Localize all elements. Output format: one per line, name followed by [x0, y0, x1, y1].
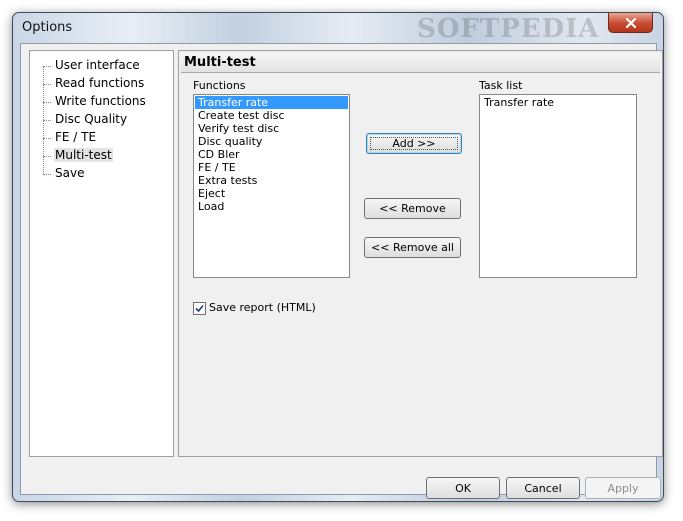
cancel-button-label: Cancel — [524, 481, 562, 495]
close-button[interactable] — [608, 13, 653, 33]
ok-button-label: OK — [455, 481, 471, 495]
remove-all-button[interactable]: << Remove all — [364, 237, 461, 258]
tree-branch — [43, 156, 51, 157]
checkmark-icon — [195, 304, 204, 313]
tree-item-save[interactable]: Save — [30, 165, 173, 183]
task-list-label: Task list — [479, 79, 523, 92]
list-item[interactable]: Create test disc — [195, 109, 348, 122]
save-report-checkbox[interactable] — [193, 302, 206, 315]
task-list-listbox[interactable]: Transfer rate — [479, 94, 637, 278]
functions-label: Functions — [193, 79, 246, 92]
tree-item-label: Save — [55, 166, 85, 180]
list-item[interactable]: CD Bler — [195, 148, 348, 161]
tree-item-user-interface[interactable]: User interface — [30, 57, 173, 75]
tree-item-read-functions[interactable]: Read functions — [30, 75, 173, 93]
close-icon — [625, 17, 636, 28]
save-report-label[interactable]: Save report (HTML) — [209, 301, 316, 314]
tree-branch — [43, 174, 51, 175]
list-item[interactable]: FE / TE — [195, 161, 348, 174]
multi-test-panel: Multi-test Functions Transfer rate Creat… — [178, 50, 663, 457]
add-button[interactable]: Add >> — [366, 133, 462, 154]
remove-all-button-label: << Remove all — [371, 241, 454, 254]
panel-header: Multi-test — [181, 53, 660, 73]
tree-branch — [43, 66, 51, 67]
tree-item-label: User interface — [55, 58, 140, 72]
tree-item-label: Read functions — [55, 76, 145, 90]
ok-button[interactable]: OK — [426, 477, 500, 499]
apply-button-label: Apply — [607, 481, 639, 495]
tree-item-fe-te[interactable]: FE / TE — [30, 129, 173, 147]
remove-button[interactable]: << Remove — [364, 198, 461, 219]
title-bar[interactable]: Options SOFTPEDIA — [13, 13, 663, 44]
focus-rectangle — [370, 137, 458, 150]
window-title: Options — [22, 20, 73, 35]
tree-branch — [43, 102, 51, 103]
functions-listbox[interactable]: Transfer rate Create test disc Verify te… — [193, 94, 350, 278]
options-window: Options SOFTPEDIA User interface Read fu… — [12, 12, 664, 502]
cancel-button[interactable]: Cancel — [506, 477, 580, 499]
dialog-client-area: User interface Read functions Write func… — [20, 43, 663, 499]
tree-branch — [43, 120, 51, 121]
tree-item-multi-test[interactable]: Multi-test — [30, 147, 173, 165]
tree-item-label: FE / TE — [55, 130, 97, 144]
list-item[interactable]: Verify test disc — [195, 122, 348, 135]
tree-item-write-functions[interactable]: Write functions — [30, 93, 173, 111]
list-item[interactable]: Eject — [195, 187, 348, 200]
tree-item-disc-quality[interactable]: Disc Quality — [30, 111, 173, 129]
softpedia-watermark: SOFTPEDIA — [417, 14, 600, 44]
tree-item-label: Write functions — [55, 94, 146, 108]
list-item[interactable]: Transfer rate — [481, 96, 636, 109]
tree-item-label: Multi-test — [54, 148, 113, 162]
apply-button[interactable]: Apply — [585, 477, 661, 499]
tree-branch — [43, 138, 51, 139]
list-item[interactable]: Load — [195, 200, 348, 213]
options-tree[interactable]: User interface Read functions Write func… — [29, 50, 174, 457]
list-item[interactable]: Disc quality — [195, 135, 348, 148]
tree-item-label: Disc Quality — [55, 112, 128, 126]
tree-branch — [43, 84, 51, 85]
list-item[interactable]: Extra tests — [195, 174, 348, 187]
remove-button-label: << Remove — [379, 202, 446, 215]
panel-title: Multi-test — [184, 55, 256, 70]
list-item[interactable]: Transfer rate — [195, 96, 348, 109]
